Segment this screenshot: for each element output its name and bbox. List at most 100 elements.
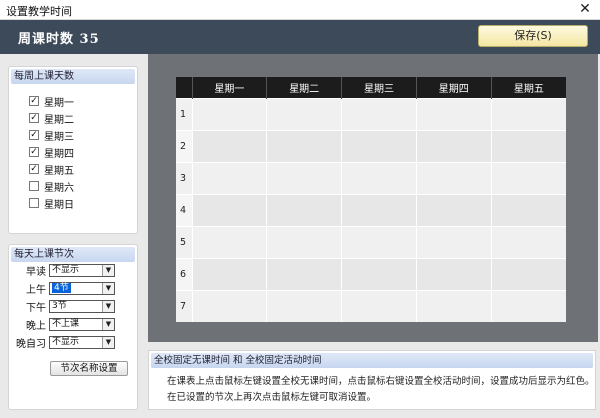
- timetable-cell[interactable]: [191, 129, 267, 162]
- day-checkbox[interactable]: [29, 198, 39, 208]
- day-label: 星期六: [44, 182, 74, 194]
- self-study-select[interactable]: 不显示 ▼: [49, 335, 115, 349]
- chevron-down-icon[interactable]: ▼: [102, 300, 114, 312]
- period-row-pm: 下午 3节 ▼: [13, 299, 115, 314]
- timetable-cell[interactable]: [415, 289, 492, 322]
- day-checkbox[interactable]: ✓: [29, 147, 39, 157]
- timetable-grid: 星期一 星期二 星期三 星期四 星期五 1 2 3 4 5 6 7: [176, 77, 566, 322]
- timetable-cell[interactable]: [415, 257, 492, 290]
- day-header: 星期三: [341, 77, 417, 98]
- chevron-down-icon[interactable]: ▼: [102, 264, 114, 276]
- select-value: 不上课: [52, 318, 80, 329]
- day-header: 星期二: [266, 77, 342, 98]
- timetable-cell[interactable]: [266, 129, 342, 162]
- timetable-cell[interactable]: [415, 161, 492, 194]
- select-value: 3节: [52, 300, 67, 311]
- timetable-cell[interactable]: [341, 193, 417, 226]
- timetable-cell[interactable]: [415, 225, 492, 258]
- day-checkbox[interactable]: ✓: [29, 130, 39, 140]
- timetable-cell[interactable]: [266, 193, 342, 226]
- info-title: 全校固定无课时间 和 全校固定活动时间: [151, 353, 593, 368]
- day-checkbox[interactable]: ✓: [29, 164, 39, 174]
- day-label: 星期二: [44, 114, 74, 126]
- day-row-thu[interactable]: ✓ 星期四: [29, 145, 74, 160]
- select-value: 不显示: [52, 336, 80, 347]
- timetable-cell[interactable]: [415, 129, 492, 162]
- period-number: 1: [176, 97, 192, 130]
- table-row: 2: [176, 129, 566, 162]
- timetable-cell[interactable]: [490, 257, 566, 290]
- timetable-cell[interactable]: [191, 161, 267, 194]
- timetable-cell[interactable]: [266, 97, 342, 130]
- timetable-cell[interactable]: [341, 161, 417, 194]
- period-label: 上午: [26, 284, 46, 296]
- timetable-cell[interactable]: [341, 289, 417, 322]
- chevron-down-icon[interactable]: ▼: [102, 318, 114, 330]
- timetable-cell[interactable]: [191, 225, 267, 258]
- timetable-cell[interactable]: [266, 289, 342, 322]
- timetable-cell[interactable]: [266, 161, 342, 194]
- period-label: 早读: [26, 266, 46, 278]
- chevron-down-icon[interactable]: ▼: [102, 282, 114, 294]
- day-header: 星期五: [490, 77, 566, 98]
- save-button[interactable]: 保存(S): [478, 25, 588, 47]
- day-checkbox[interactable]: ✓: [29, 113, 39, 123]
- period-label: 晚上: [26, 320, 46, 332]
- timetable-cell[interactable]: [341, 129, 417, 162]
- table-row: 5: [176, 225, 566, 258]
- day-header: 星期一: [191, 77, 267, 98]
- corner-cell: [176, 77, 192, 98]
- table-row: 1: [176, 97, 566, 130]
- day-label: 星期日: [44, 199, 74, 211]
- timetable-cell[interactable]: [341, 257, 417, 290]
- day-row-tue[interactable]: ✓ 星期二: [29, 111, 74, 126]
- period-number: 7: [176, 289, 192, 322]
- days-panel: 每周上课天数 ✓ 星期一 ✓ 星期二 ✓ 星期三 ✓ 星期四 ✓ 星期五 星期六 星期日: [8, 66, 138, 234]
- select-value: 不显示: [52, 264, 80, 275]
- morning-read-select[interactable]: 不显示 ▼: [49, 263, 115, 277]
- timetable-cell[interactable]: [191, 97, 267, 130]
- evening-select[interactable]: 不上课 ▼: [49, 317, 115, 331]
- main-content: 每周上课天数 ✓ 星期一 ✓ 星期二 ✓ 星期三 ✓ 星期四 ✓ 星期五 星期六 星期日 …: [0, 54, 600, 418]
- timetable-cell[interactable]: [191, 193, 267, 226]
- days-panel-title: 每周上课天数: [11, 69, 135, 84]
- timetable-cell[interactable]: [415, 193, 492, 226]
- timetable-cell[interactable]: [490, 161, 566, 194]
- table-row: 4: [176, 193, 566, 226]
- timetable-cell[interactable]: [341, 97, 417, 130]
- day-checkbox[interactable]: ✓: [29, 96, 39, 106]
- chevron-down-icon[interactable]: ▼: [102, 336, 114, 348]
- timetable-cell[interactable]: [266, 257, 342, 290]
- period-row-am: 上午 4节 ▼: [13, 281, 115, 296]
- timetable-cell[interactable]: [191, 257, 267, 290]
- info-line-2: 在已设置的节次上再次点击鼠标左键可取消设置。: [167, 392, 377, 403]
- day-row-sun[interactable]: 星期日: [29, 196, 74, 211]
- timetable-cell[interactable]: [490, 193, 566, 226]
- pm-select[interactable]: 3节 ▼: [49, 299, 115, 313]
- timetable-cell[interactable]: [191, 289, 267, 322]
- period-label: 晚自习: [16, 338, 46, 350]
- timetable-cell[interactable]: [490, 289, 566, 322]
- day-row-fri[interactable]: ✓ 星期五: [29, 162, 74, 177]
- timetable-cell[interactable]: [490, 129, 566, 162]
- select-value: 4节: [52, 282, 71, 293]
- period-names-button[interactable]: 节次名称设置: [50, 361, 128, 376]
- weekly-hours-label: 周课时数 35: [18, 32, 100, 47]
- window-title: 设置教学时间: [6, 5, 72, 18]
- day-row-sat[interactable]: 星期六: [29, 179, 74, 194]
- timetable-cell[interactable]: [490, 225, 566, 258]
- close-icon[interactable]: ✕: [570, 0, 600, 20]
- timetable-cell[interactable]: [341, 225, 417, 258]
- timetable-cell[interactable]: [266, 225, 342, 258]
- timetable-cell[interactable]: [415, 97, 492, 130]
- timetable-cell[interactable]: [490, 97, 566, 130]
- day-row-mon[interactable]: ✓ 星期一: [29, 94, 74, 109]
- day-header: 星期四: [415, 77, 492, 98]
- day-row-wed[interactable]: ✓ 星期三: [29, 128, 74, 143]
- table-row: 7: [176, 289, 566, 322]
- day-label: 星期四: [44, 148, 74, 160]
- day-checkbox[interactable]: [29, 181, 39, 191]
- day-label: 星期一: [44, 97, 74, 109]
- am-select[interactable]: 4节 ▼: [49, 281, 115, 295]
- period-number: 4: [176, 193, 192, 226]
